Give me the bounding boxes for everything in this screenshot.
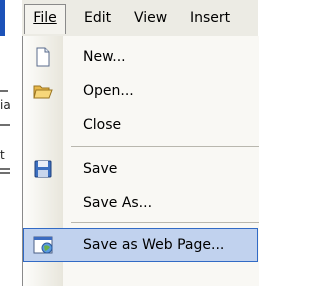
menu-item-open-label: Open... [83,83,134,99]
menu-item-save-as[interactable]: Save As... [23,186,259,220]
menu-item-save-label: Save [83,161,118,177]
open-folder-icon [33,81,53,101]
background-divider [0,90,8,92]
menu-item-new-label: New... [83,49,126,65]
menu-item-save[interactable]: Save [23,152,259,186]
background-divider [0,168,10,170]
menu-item-save-as-label: Save As... [83,195,153,211]
menu-view[interactable]: View [134,0,167,36]
new-document-icon [33,47,53,67]
web-page-icon [33,235,53,255]
menu-bar: File Edit View Insert [22,0,258,37]
menu-item-close-label: Close [83,117,122,133]
menu-edit[interactable]: Edit [84,0,111,36]
save-disk-icon [33,159,53,179]
menu-insert[interactable]: Insert [190,0,230,36]
menu-file[interactable]: File [24,4,66,34]
background-text-fragment: t [0,148,5,162]
menu-item-save-as-web-page[interactable]: Save as Web Page... [23,228,258,262]
menu-item-new[interactable]: New... [23,40,259,74]
background-titlebar-edge [0,0,5,36]
file-dropdown-menu: New... Open... Close Save Save As... Sav… [22,36,259,286]
menu-separator [71,222,259,223]
menu-item-close[interactable]: Close [23,108,259,142]
menu-view-label: View [134,10,168,26]
background-window: ia t [0,0,22,286]
menu-item-open[interactable]: Open... [23,74,259,108]
background-text-fragment: ia [0,98,11,112]
menu-separator [71,146,259,147]
background-divider [0,124,10,126]
menu-insert-label: Insert [190,10,231,26]
menu-edit-label: Edit [84,10,112,26]
menu-item-save-as-web-page-label: Save as Web Page... [83,237,225,253]
background-divider [0,172,10,174]
menu-file-label: File [33,10,57,26]
